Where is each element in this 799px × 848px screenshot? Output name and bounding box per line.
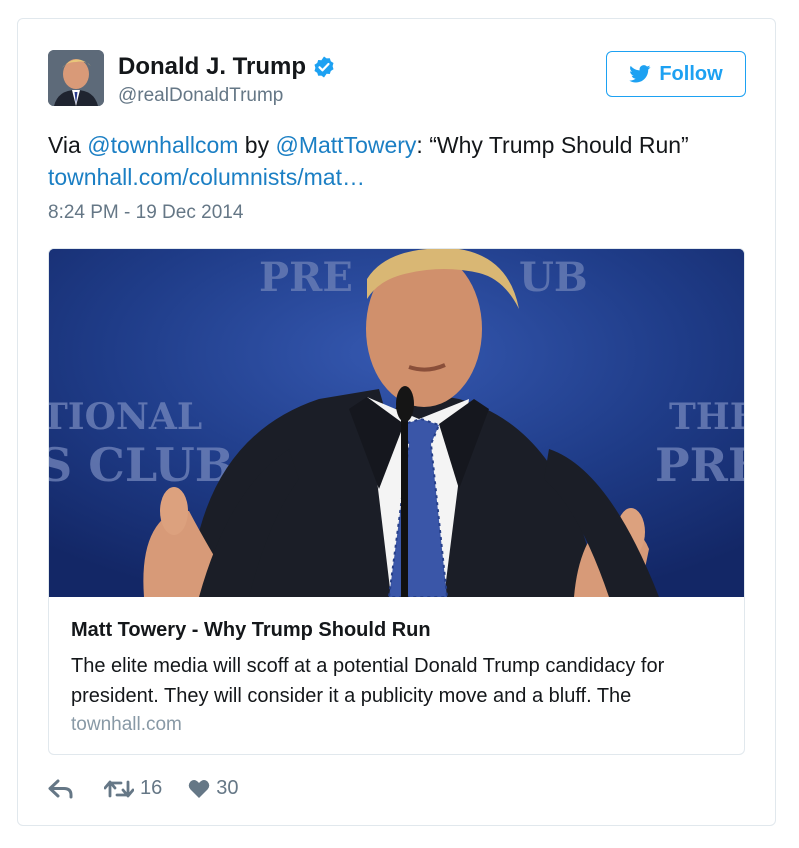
tweet-actions: 16 30 (48, 777, 239, 800)
tweet-text-mid: by (238, 132, 276, 158)
author-handle[interactable]: @realDonaldTrump (118, 85, 283, 107)
avatar[interactable] (48, 50, 104, 106)
verified-badge-icon (314, 56, 334, 78)
man-speaking-at-microphone-photo-icon: PRE UB TIONAL S CLUB THE PRE (49, 249, 744, 597)
like-count: 30 (216, 777, 239, 799)
mention-matttowery[interactable]: @MattTowery (275, 132, 416, 158)
tweet-text-prefix: Via (48, 132, 88, 158)
bg-text-right-1: THE (669, 396, 744, 438)
follow-label: Follow (659, 62, 723, 85)
retweet-count: 16 (140, 777, 163, 799)
retweet-button[interactable]: 16 (104, 777, 162, 800)
tweet-timestamp[interactable]: 8:24 PM - 19 Dec 2014 (48, 202, 243, 224)
card-image: PRE UB TIONAL S CLUB THE PRE (49, 249, 744, 597)
tweet-text-suffix: : “Why Trump Should Run” (416, 132, 689, 158)
card-domain[interactable]: townhall.com (71, 714, 182, 736)
bg-text-right-2: PRE (655, 438, 744, 492)
link-card[interactable]: PRE UB TIONAL S CLUB THE PRE (48, 248, 745, 755)
card-title[interactable]: Matt Towery - Why Trump Should Run (71, 619, 431, 642)
bg-text-left-2: S CLUB (49, 438, 234, 492)
reply-icon (48, 779, 73, 798)
author-name[interactable]: Donald J. Trump (118, 53, 306, 81)
reply-button[interactable] (48, 779, 74, 799)
tweet-text: Via @townhallcom by @MattTowery: “Why Tr… (48, 129, 748, 193)
retweet-icon (104, 780, 134, 797)
profile-photo-icon (48, 50, 104, 106)
bg-text-left-1: TIONAL (49, 396, 202, 438)
tweet-embed: Donald J. Trump @realDonaldTrump Follow … (17, 18, 776, 826)
heart-icon (189, 779, 210, 798)
mention-townhallcom[interactable]: @townhallcom (87, 132, 238, 158)
bg-text-top-right: UB (519, 254, 588, 301)
card-description: The elite media will scoff at a potentia… (71, 655, 665, 707)
tweet-link[interactable]: townhall.com/columnists/mat… (48, 164, 365, 190)
bg-text-top: PRE (259, 254, 353, 301)
follow-button[interactable]: Follow (606, 51, 746, 97)
twitter-bird-icon (629, 65, 651, 83)
like-button[interactable]: 30 (188, 777, 239, 800)
